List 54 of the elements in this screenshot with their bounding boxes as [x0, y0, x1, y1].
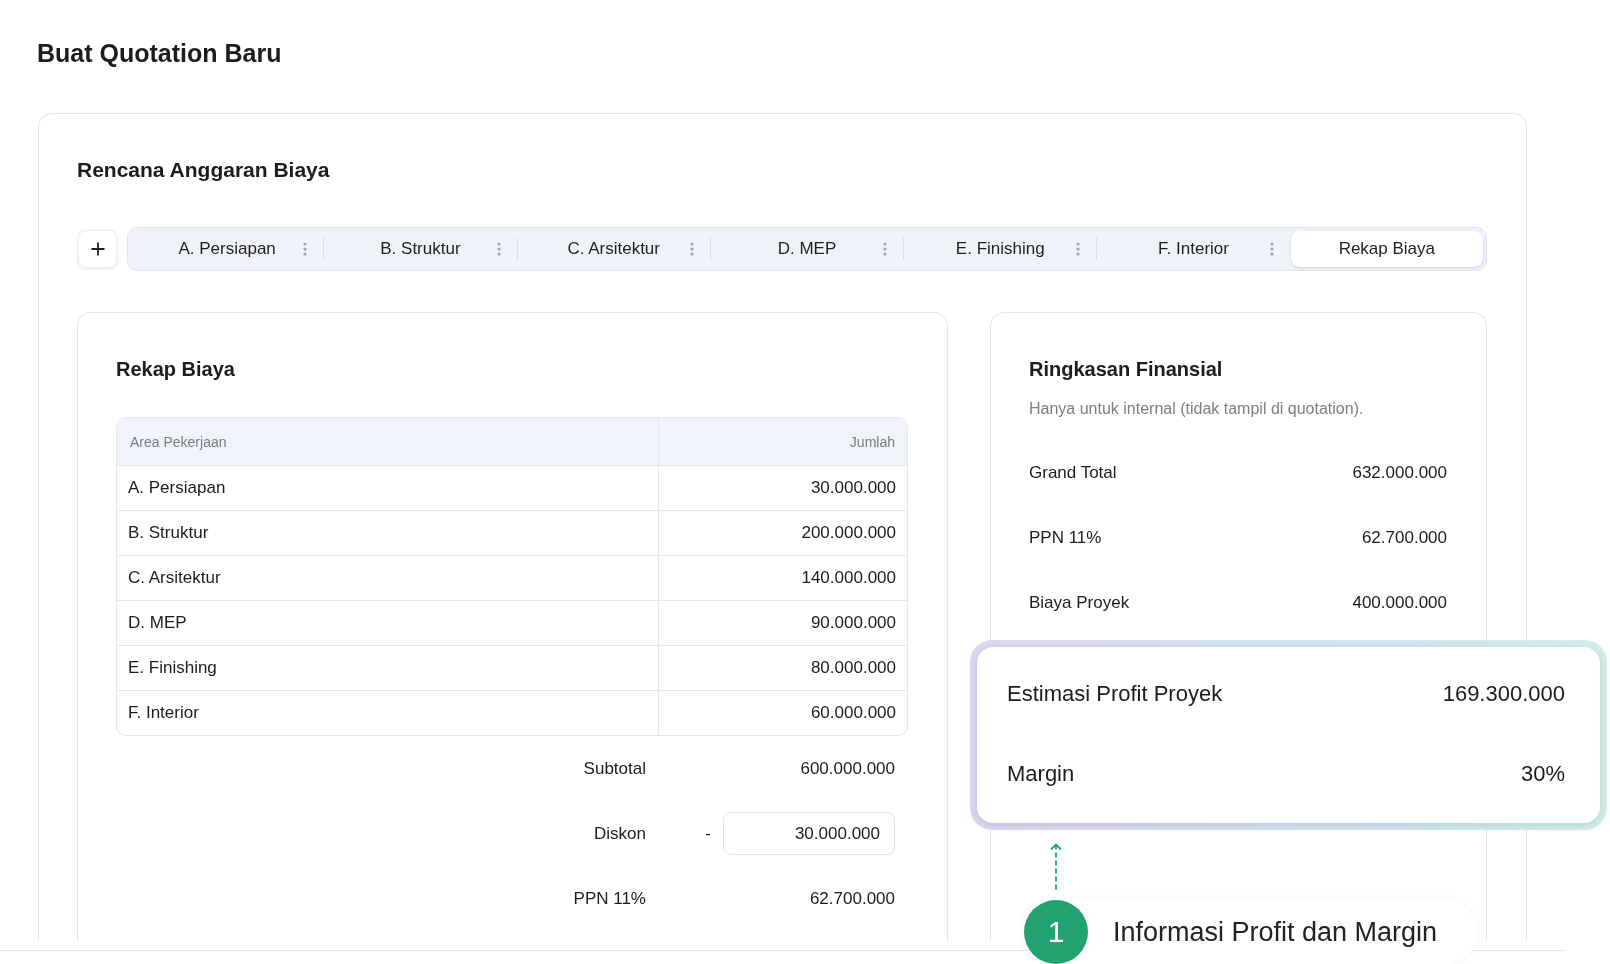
profit-label: Margin — [1007, 761, 1075, 787]
callout-label: Informasi Profit dan Margin — [1113, 916, 1438, 948]
column-header: Area Pekerjaan — [117, 418, 659, 466]
total-value: 62.700.000 — [809, 888, 895, 909]
step-number-badge: 1 — [1024, 900, 1088, 964]
profit-label: Estimasi Profit Proyek — [1007, 681, 1223, 707]
table-cell: D. MEP — [117, 601, 659, 646]
summary-label: Biaya Proyek — [1029, 592, 1130, 613]
kebab-menu-icon[interactable] — [883, 242, 888, 256]
note-text: Hanya untuk internal (tidak tampil di quotation). — [1029, 399, 1365, 419]
table-cell: B. Struktur — [117, 511, 659, 556]
discount-field[interactable]: 30.000.000 — [723, 812, 895, 855]
table-cell: 90.000.000 — [659, 601, 907, 646]
tab[interactable]: E. Finishing — [904, 231, 1097, 267]
total-label: Diskon — [594, 823, 647, 844]
summary-value: 400.000.000 — [1352, 592, 1447, 613]
tab[interactable]: A. Persiapan — [131, 231, 324, 267]
summary-label: Grand Total — [1029, 462, 1117, 483]
kebab-menu-icon[interactable] — [1076, 242, 1081, 256]
summary-label: PPN 11% — [1029, 527, 1102, 548]
table-cell: E. Finishing — [117, 646, 659, 691]
kebab-menu-icon[interactable] — [303, 242, 308, 256]
column-header: Jumlah — [659, 418, 907, 466]
minus-sign: - — [705, 823, 711, 844]
table-cell: 140.000.000 — [659, 556, 907, 601]
section-title: Rencana Anggaran Biaya — [77, 157, 330, 183]
table-cell: 80.000.000 — [659, 646, 907, 691]
kebab-menu-icon[interactable] — [1269, 242, 1274, 256]
summary-value: 632.000.000 — [1352, 462, 1447, 483]
table-cell: 200.000.000 — [659, 511, 907, 556]
total-label: Subtotal — [583, 758, 647, 779]
tab[interactable]: F. Interior — [1097, 231, 1290, 267]
table-cell: A. Persiapan — [117, 466, 659, 511]
tab[interactable]: D. MEP — [710, 231, 904, 267]
table-cell: F. Interior — [117, 691, 659, 735]
summary-value: 62.700.000 — [1361, 527, 1447, 548]
tab[interactable]: Rekap Biaya — [1290, 231, 1483, 267]
add-tab-button[interactable] — [78, 230, 117, 268]
total-value: 600.000.000 — [800, 758, 895, 779]
kebab-menu-icon[interactable] — [496, 242, 501, 256]
page-title: Buat Quotation Baru — [37, 38, 282, 68]
tab[interactable]: B. Struktur — [324, 231, 517, 267]
tab[interactable]: C. Arsitektur — [517, 231, 710, 267]
plus-icon — [90, 242, 105, 256]
panel-title: Ringkasan Finansial — [1029, 357, 1224, 382]
profit-value: 30% — [1520, 761, 1565, 787]
table-cell-text: 60.000.000 — [809, 702, 897, 724]
table-cell: C. Arsitektur — [117, 556, 659, 601]
table-cell: 30.000.000 — [659, 466, 907, 511]
panel-title: Rekap Biaya — [116, 357, 236, 382]
dashed-arrow — [1050, 842, 1062, 892]
profit-value: 169.300.000 — [1442, 681, 1565, 707]
total-label: PPN 11% — [573, 888, 647, 909]
kebab-menu-icon[interactable] — [689, 242, 694, 256]
